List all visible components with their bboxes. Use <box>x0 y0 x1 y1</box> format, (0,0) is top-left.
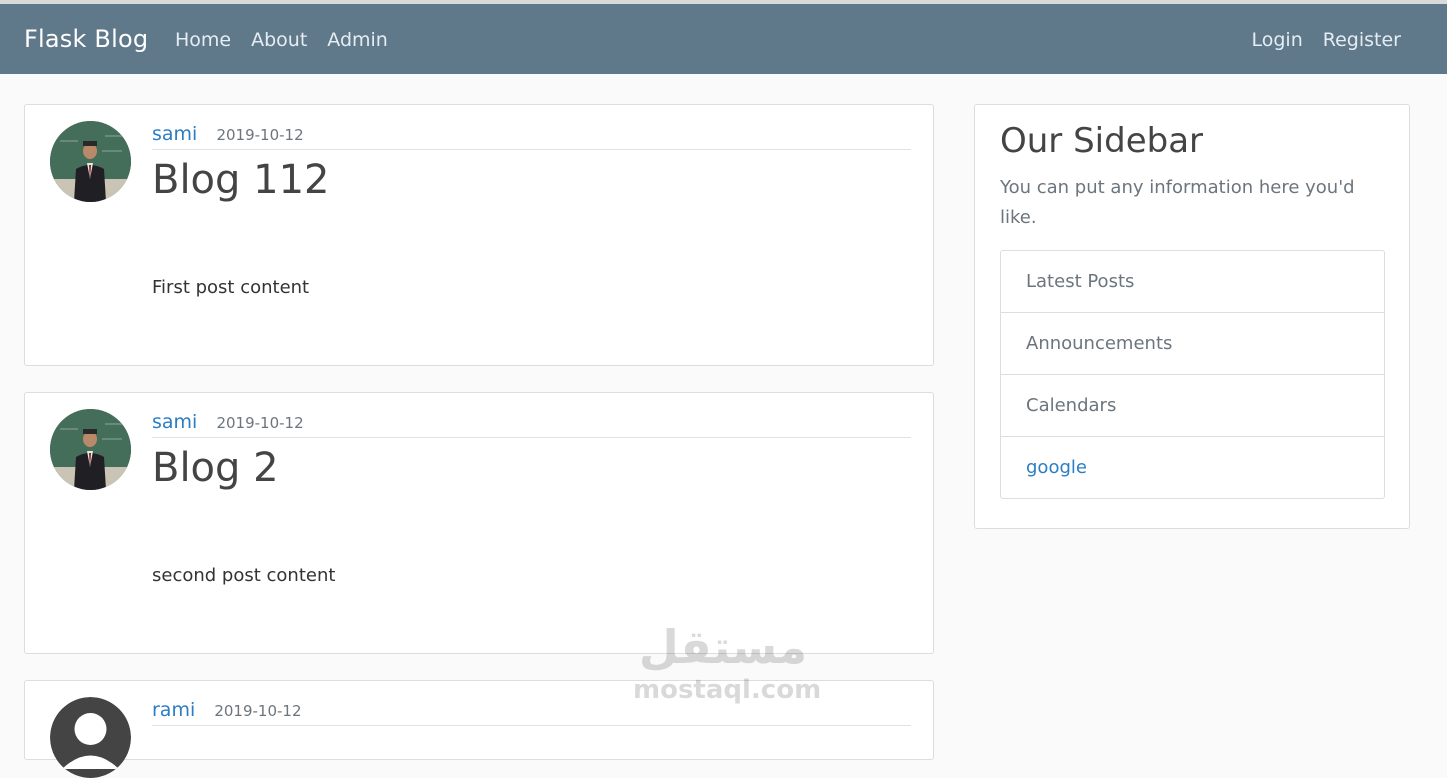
sidebar-item-announcements[interactable]: Announcements <box>1001 313 1384 375</box>
post-title-link[interactable]: Blog 112 <box>152 157 329 203</box>
nav-admin-link[interactable]: Admin <box>327 29 388 51</box>
post-card: sami 2019-10-12 Blog 2 second post conte… <box>24 392 934 654</box>
author-avatar <box>50 409 131 490</box>
post-content: second post content <box>152 565 336 586</box>
post-author-link[interactable]: sami <box>152 123 197 145</box>
post-content: First post content <box>152 277 310 298</box>
nav-home-link[interactable]: Home <box>175 29 231 51</box>
author-avatar <box>50 121 131 202</box>
post-date: 2019-10-12 <box>216 126 304 144</box>
post-card: sami 2019-10-12 Blog 112 First post cont… <box>24 104 934 366</box>
nav-register-link[interactable]: Register <box>1323 29 1401 51</box>
post-date: 2019-10-12 <box>214 702 302 720</box>
post-date: 2019-10-12 <box>216 414 304 432</box>
navbar: Flask Blog Home About Admin Login Regist… <box>0 4 1447 74</box>
post-title-link[interactable]: Blog 2 <box>152 445 279 491</box>
post-author-link[interactable]: rami <box>152 699 195 721</box>
post-meta: sami 2019-10-12 <box>152 123 911 150</box>
post-meta: rami 2019-10-12 <box>152 699 911 726</box>
post-meta: sami 2019-10-12 <box>152 411 911 438</box>
nav-left-links: Home About Admin <box>175 29 408 51</box>
nav-login-link[interactable]: Login <box>1252 29 1303 51</box>
brand-logo-text[interactable]: Flask Blog <box>24 25 148 53</box>
sidebar: Our Sidebar You can put any information … <box>974 104 1410 529</box>
sidebar-item-google-link[interactable]: google <box>1001 437 1384 498</box>
post-author-link[interactable]: sami <box>152 411 197 433</box>
sidebar-title: Our Sidebar <box>1000 121 1204 161</box>
sidebar-list: Latest Posts Announcements Calendars goo… <box>1000 250 1385 499</box>
post-card: rami 2019-10-12 <box>24 680 934 778</box>
nav-about-link[interactable]: About <box>251 29 307 51</box>
sidebar-description: You can put any information here you'd l… <box>1000 177 1355 228</box>
sidebar-item-latest-posts[interactable]: Latest Posts <box>1001 251 1384 313</box>
nav-right-links: Login Register <box>1232 29 1402 51</box>
sidebar-item-calendars[interactable]: Calendars <box>1001 375 1384 437</box>
default-avatar-icon <box>50 697 131 778</box>
